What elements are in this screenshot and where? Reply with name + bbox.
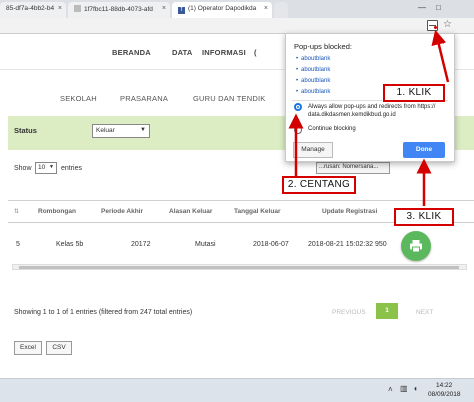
radio-continue-blocking[interactable] xyxy=(294,126,302,134)
done-button[interactable]: Done xyxy=(403,142,445,158)
sort-icon[interactable]: ⇅ xyxy=(14,208,19,215)
page-length-select[interactable]: 10 ▼ xyxy=(35,162,57,174)
radio-allow-popups[interactable] xyxy=(294,103,302,111)
subnav-guru-tendik[interactable]: GURU DAN TENDIK xyxy=(193,94,265,103)
popup-link[interactable]: • aboutblank xyxy=(296,67,330,73)
th-alasan-keluar[interactable]: Alasan Keluar xyxy=(169,208,212,215)
th-update-registrasi[interactable]: Update Registrasi xyxy=(322,208,377,215)
volume-icon[interactable]: ◖ xyxy=(413,384,418,393)
popup-title: Pop-ups blocked: xyxy=(294,42,352,51)
popup-link[interactable]: • aboutblank xyxy=(296,89,330,95)
popup-link-text[interactable]: aboutblank xyxy=(301,78,330,84)
annotation-step2: 2. CENTANG xyxy=(282,176,356,194)
nav-data[interactable]: DATA xyxy=(172,48,193,57)
horizontal-scrollbar[interactable] xyxy=(12,264,467,270)
maximize-icon[interactable]: □ xyxy=(436,3,441,12)
page-icon xyxy=(74,5,81,12)
status-select-value: Keluar xyxy=(96,127,115,134)
browser-tab-active[interactable]: f (1) Operator Dapodikda × xyxy=(172,2,272,18)
status-select[interactable]: Keluar ▼ xyxy=(92,124,150,138)
annotation-step1: 1. KLIK xyxy=(383,84,445,102)
subnav-prasarana[interactable]: PRASARANA xyxy=(120,94,168,103)
show-label: Show xyxy=(14,165,32,172)
tab-close-icon[interactable]: × xyxy=(264,5,268,12)
search-input[interactable]: ...rusan: Nomersana... xyxy=(316,162,390,174)
allow-popups-label[interactable]: Always allow pop-ups and redirects from … xyxy=(308,103,450,119)
popup-link-text[interactable]: aboutblank xyxy=(301,67,330,73)
popup-link-text[interactable]: aboutblank xyxy=(301,89,330,95)
network-icon[interactable]: ▥ xyxy=(400,384,408,393)
entries-label: entries xyxy=(61,165,83,172)
close-icon[interactable]: × xyxy=(440,38,445,47)
manage-button[interactable]: Manage xyxy=(293,142,333,158)
printer-icon xyxy=(410,240,422,253)
clock-time[interactable]: 14:22 xyxy=(436,382,452,389)
chevron-down-icon: ▼ xyxy=(140,127,146,133)
tab-close-icon[interactable]: × xyxy=(162,5,166,12)
facebook-icon: f xyxy=(178,7,185,14)
popup-link-text[interactable]: aboutblank xyxy=(301,56,330,62)
new-tab-button[interactable] xyxy=(274,2,288,18)
popup-link[interactable]: • aboutblank xyxy=(296,56,330,62)
table-divider xyxy=(8,200,474,201)
star-icon[interactable]: ☆ xyxy=(443,19,452,30)
th-rombongan[interactable]: Rombongan xyxy=(38,208,76,215)
table-info: Showing 1 to 1 of 1 entries (filtered fr… xyxy=(14,309,193,316)
chevron-down-icon: ▼ xyxy=(49,164,54,170)
pager-next[interactable]: NEXT xyxy=(416,309,433,316)
page-length-value: 10 xyxy=(38,164,46,171)
popup-link[interactable]: • aboutblank xyxy=(296,78,330,84)
annotation-step3: 3. KLIK xyxy=(394,208,454,226)
th-periode-akhir[interactable]: Periode Akhir xyxy=(101,208,143,215)
nav-item-partial[interactable]: ( xyxy=(254,48,257,57)
print-button[interactable] xyxy=(401,231,431,261)
pager-page-1[interactable]: 1 xyxy=(376,303,398,319)
csv-button[interactable]: CSV xyxy=(46,341,72,355)
status-label: Status xyxy=(14,126,37,135)
continue-blocking-label[interactable]: Continue blocking xyxy=(308,126,356,132)
nav-beranda[interactable]: BERANDA xyxy=(112,48,151,57)
tab-title: 85-df7a-4bb2-b4 xyxy=(6,5,55,12)
scrollbar-thumb[interactable] xyxy=(19,266,459,269)
tab-close-icon[interactable]: × xyxy=(58,5,62,12)
cell-tanggal: 2018-06-07 xyxy=(253,241,289,248)
subnav-sekolah[interactable]: SEKOLAH xyxy=(60,94,97,103)
nav-informasi[interactable]: INFORMASI xyxy=(202,48,246,57)
cell-alasan: Mutasi xyxy=(195,241,216,248)
th-tanggal-keluar[interactable]: Tanggal Keluar xyxy=(234,208,280,215)
browser-tab[interactable]: 85-df7a-4bb2-b4 × xyxy=(0,2,66,18)
browser-tabstrip: 85-df7a-4bb2-b4 × 1f7fbc11-88db-4073-afd… xyxy=(0,0,474,18)
cell-update: 2018-08-21 15:02:32 950 xyxy=(308,241,387,248)
cell-rombongan: Kelas 5b xyxy=(56,241,84,248)
excel-button[interactable]: Excel xyxy=(14,341,42,355)
popup-blocked-icon[interactable] xyxy=(427,20,438,31)
tab-title: (1) Operator Dapodikda xyxy=(188,5,257,12)
minimize-icon[interactable]: — xyxy=(418,3,426,12)
browser-tab[interactable]: 1f7fbc11-88db-4073-afd × xyxy=(68,2,170,18)
cell-periode: 20172 xyxy=(131,241,151,248)
cell-no: 5 xyxy=(16,241,20,248)
tab-title: 1f7fbc11-88db-4073-afd xyxy=(84,6,153,13)
browser-toolbar: ☆ xyxy=(0,18,474,34)
clock-date[interactable]: 08/09/2018 xyxy=(428,391,461,398)
pager-previous[interactable]: PREVIOUS xyxy=(332,309,366,316)
tray-chevron-icon[interactable]: ˄ xyxy=(388,385,393,394)
